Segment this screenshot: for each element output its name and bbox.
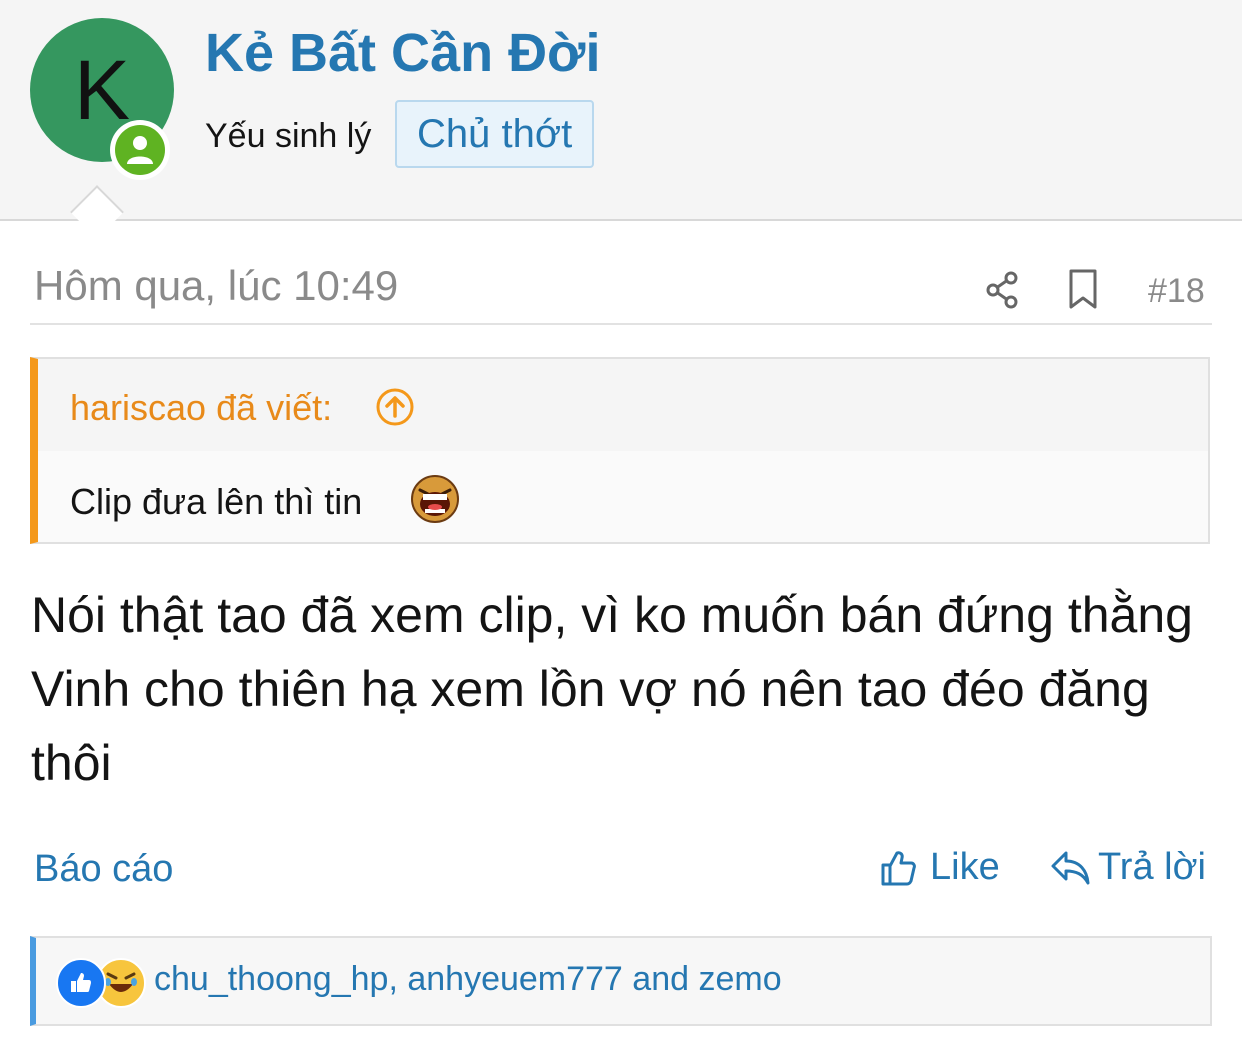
divider bbox=[30, 323, 1212, 325]
post-message: Nói thật tao đã xem clip, vì ko muốn bán… bbox=[31, 587, 1193, 791]
reply-button[interactable]: Trả lời bbox=[1050, 846, 1206, 889]
post-time[interactable]: Hôm qua, lúc 10:49 bbox=[34, 262, 398, 310]
post-header bbox=[0, 0, 1242, 221]
quote-text: Clip đưa lên thì tin bbox=[70, 481, 363, 522]
reply-label: Trả lời bbox=[1098, 846, 1206, 888]
thread-starter-badge: Chủ thớt bbox=[395, 100, 595, 168]
reaction-icons bbox=[56, 958, 146, 1008]
report-link[interactable]: Báo cáo bbox=[34, 848, 173, 891]
like-button[interactable]: Like bbox=[880, 846, 1000, 889]
like-label: Like bbox=[930, 846, 1000, 888]
reply-icon bbox=[1051, 851, 1090, 884]
author-name[interactable]: Kẻ Bất Cần Đời bbox=[205, 22, 600, 84]
author-title: Yếu sinh lý bbox=[205, 117, 372, 155]
laughing-emoji-icon bbox=[410, 474, 460, 524]
online-status-icon bbox=[110, 120, 170, 180]
bookmark-icon[interactable] bbox=[1066, 268, 1100, 315]
like-reaction-icon bbox=[56, 958, 106, 1008]
reactions-bar[interactable]: chu_thoong_hp, anhyeuem777 and zemo bbox=[30, 936, 1212, 1026]
arrow-up-circle-icon[interactable] bbox=[375, 387, 415, 432]
user-icon bbox=[127, 136, 153, 164]
thumbs-up-icon bbox=[881, 850, 916, 885]
reaction-users[interactable]: chu_thoong_hp, anhyeuem777 and zemo bbox=[154, 960, 782, 999]
post-number[interactable]: #18 bbox=[1148, 272, 1205, 311]
share-icon[interactable] bbox=[984, 270, 1020, 315]
quote-block: hariscao đã viết: Clip đưa lên thì tin bbox=[30, 357, 1210, 544]
quote-author[interactable]: hariscao đã viết: bbox=[70, 387, 332, 429]
